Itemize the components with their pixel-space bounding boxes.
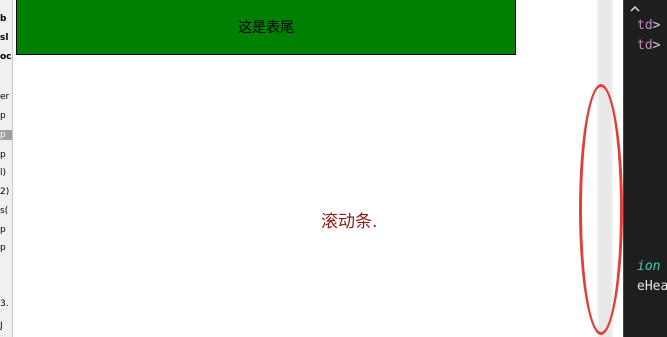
left-strip-fragment: b xyxy=(0,14,7,24)
code-tag-name: td xyxy=(637,18,653,33)
left-strip-fragment: er xyxy=(0,92,10,102)
code-keyword: ion xyxy=(637,259,661,274)
table-footer: 这是表尾 xyxy=(16,0,516,55)
chevron-up-icon[interactable] xyxy=(626,0,644,18)
code-line: td> xyxy=(637,38,660,53)
left-strip-fragment: p xyxy=(0,243,6,253)
left-panel-strip: b sl oc er p p p l) 2) s( p p 3. J xyxy=(0,0,13,337)
code-tag-close: > xyxy=(652,38,661,53)
code-editor-panel[interactable]: td> td> ion eHea xyxy=(623,0,667,337)
code-line: td> xyxy=(637,18,660,33)
scrollbar-thumb[interactable] xyxy=(599,0,611,337)
left-strip-fragment: J xyxy=(0,321,3,331)
left-strip-fragment: p xyxy=(0,225,6,235)
left-strip-fragment: s( xyxy=(0,206,9,216)
browser-page-content: 这是表尾 滚动条. xyxy=(13,0,597,337)
code-line: eHea xyxy=(637,279,667,294)
code-tag-name: td xyxy=(637,38,653,53)
left-strip-fragment: l) xyxy=(0,168,7,178)
left-strip-fragment: p xyxy=(0,111,6,121)
scrollbar-caption: 滚动条. xyxy=(321,212,378,232)
left-strip-fragment: 3. xyxy=(0,299,9,309)
panel-gap xyxy=(613,0,623,337)
left-strip-fragment: p xyxy=(0,150,6,160)
left-strip-fragment-selected: p xyxy=(0,130,12,140)
code-identifier: eHea xyxy=(637,279,667,294)
left-strip-fragment: oc xyxy=(0,52,12,62)
left-strip-fragment: 2) xyxy=(0,187,10,197)
table-footer-text: 这是表尾 xyxy=(238,19,294,36)
code-line: ion xyxy=(637,259,660,274)
code-tag-close: > xyxy=(652,18,661,33)
left-strip-fragment: sl xyxy=(0,33,9,43)
